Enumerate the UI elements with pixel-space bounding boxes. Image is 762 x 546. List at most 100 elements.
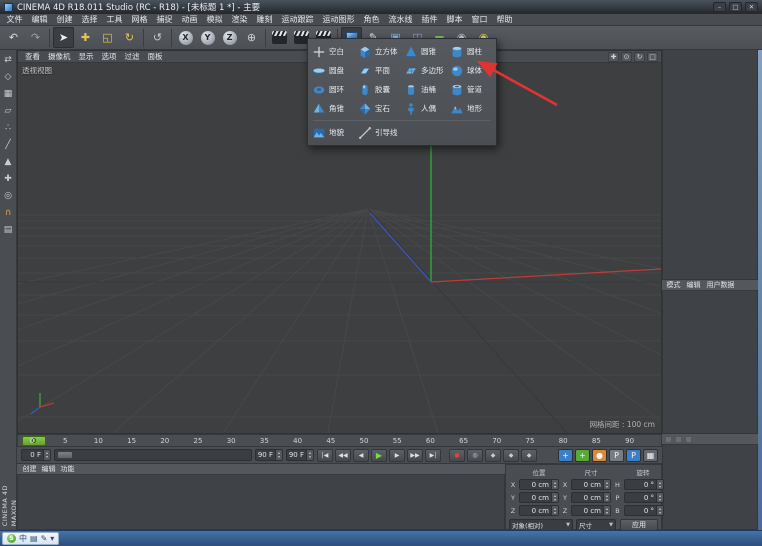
edges-mode-button[interactable]: ╱ bbox=[1, 137, 16, 152]
autokey-button[interactable]: ◎ bbox=[467, 449, 483, 462]
blue-plus-button[interactable]: + bbox=[558, 449, 573, 462]
popup-item-relief[interactable]: 地貌 bbox=[310, 123, 356, 142]
popup-item-pyramid[interactable]: 角锥 bbox=[310, 99, 356, 118]
viewport-menu-item-0[interactable]: 查看 bbox=[21, 51, 44, 62]
menubar-item-17[interactable]: 窗口 bbox=[467, 14, 492, 26]
rotation-key-toggle[interactable]: ◆ bbox=[521, 449, 537, 462]
attribute-manager-body[interactable] bbox=[662, 291, 758, 434]
snap-button[interactable]: ∩ bbox=[1, 205, 16, 220]
menubar-item-1[interactable]: 编辑 bbox=[27, 14, 52, 26]
polygons-mode-button[interactable]: ▲ bbox=[1, 154, 16, 169]
spinner-icon[interactable]: ▴▾ bbox=[275, 450, 282, 460]
position-y-field[interactable]: 0 cm▴▾ bbox=[519, 492, 559, 503]
x-lock-button[interactable]: X bbox=[175, 27, 196, 48]
zoom-view-button[interactable]: ⊙ bbox=[621, 52, 632, 62]
spinner-icon[interactable]: ▴▾ bbox=[551, 506, 558, 515]
slider-handle[interactable] bbox=[57, 451, 73, 459]
redo-button[interactable]: ↷ bbox=[25, 27, 46, 48]
popup-item-sphere[interactable]: 球体 bbox=[448, 61, 494, 80]
viewport-menu-item-2[interactable]: 显示 bbox=[75, 51, 98, 62]
language-indicator[interactable]: 中 bbox=[19, 535, 27, 543]
size-y-field[interactable]: 0 cm▴▾ bbox=[571, 492, 611, 503]
spinner-icon[interactable]: ▴▾ bbox=[603, 480, 610, 489]
maximize-view-button[interactable]: □ bbox=[647, 52, 658, 62]
viewport-menu-item-1[interactable]: 摄像机 bbox=[44, 51, 75, 62]
menubar-item-4[interactable]: 工具 bbox=[102, 14, 127, 26]
grid-option-button[interactable]: ▦ bbox=[643, 449, 658, 462]
previous-frame-button[interactable]: ◀ bbox=[353, 449, 369, 462]
range-end-field[interactable]: 90 F▴▾ bbox=[255, 449, 283, 461]
material-menu-0[interactable]: 创建 bbox=[20, 464, 39, 474]
document-end-field[interactable]: 90 F▴▾ bbox=[286, 449, 314, 461]
live-selection-button[interactable]: ➤ bbox=[53, 27, 74, 48]
popup-item-tube[interactable]: 管道 bbox=[448, 80, 494, 99]
workplane-snap-button[interactable]: ▤ bbox=[1, 222, 16, 237]
position-key-toggle[interactable]: ◆ bbox=[485, 449, 501, 462]
material-menu-2[interactable]: 功能 bbox=[58, 464, 77, 474]
spinner-icon[interactable]: ▴▾ bbox=[551, 480, 558, 489]
z-lock-button[interactable]: Z bbox=[219, 27, 240, 48]
play-button[interactable]: ▶ bbox=[371, 449, 387, 462]
axis-mode-button[interactable]: ✚ bbox=[1, 171, 16, 186]
points-mode-button[interactable]: ∴ bbox=[1, 120, 16, 135]
p-blue-button[interactable]: P bbox=[626, 449, 641, 462]
popup-item-null[interactable]: 空白 bbox=[310, 42, 356, 61]
panel-icon[interactable] bbox=[675, 436, 682, 443]
spinner-icon[interactable]: ▴▾ bbox=[603, 493, 610, 502]
menubar-item-13[interactable]: 角色 bbox=[359, 14, 384, 26]
size-z-field[interactable]: 0 cm▴▾ bbox=[571, 505, 611, 516]
object-manager-list[interactable] bbox=[662, 37, 758, 280]
keyboard-layout-icon[interactable]: ▤ bbox=[30, 535, 38, 543]
popup-item-landscape[interactable]: 地形 bbox=[448, 99, 494, 118]
size-x-field[interactable]: 0 cm▴▾ bbox=[571, 479, 611, 490]
menubar-item-16[interactable]: 脚本 bbox=[442, 14, 467, 26]
green-plus-button[interactable]: + bbox=[575, 449, 590, 462]
popup-item-platonic[interactable]: 宝石 bbox=[356, 99, 402, 118]
rotation-y-field[interactable]: 0 °▴▾ bbox=[624, 492, 664, 503]
handwriting-icon[interactable]: ✎ bbox=[41, 535, 48, 543]
goto-end-button[interactable]: ▶| bbox=[425, 449, 441, 462]
record-keyframe-button[interactable]: ● bbox=[449, 449, 465, 462]
menubar-item-7[interactable]: 动画 bbox=[177, 14, 202, 26]
position-z-field[interactable]: 0 cm▴▾ bbox=[519, 505, 559, 516]
next-frame-button[interactable]: ▶ bbox=[389, 449, 405, 462]
ime-options-icon[interactable]: ▾ bbox=[50, 535, 54, 543]
model-mode-button[interactable]: ◇ bbox=[1, 69, 16, 84]
timeline-slider[interactable] bbox=[54, 449, 252, 461]
goto-start-button[interactable]: |◀ bbox=[317, 449, 333, 462]
input-method-icon[interactable]: S bbox=[7, 534, 16, 543]
attribute-tab-2[interactable]: 用户数据 bbox=[704, 280, 737, 290]
attribute-tab-0[interactable]: 模式 bbox=[664, 280, 683, 290]
menubar-item-0[interactable]: 文件 bbox=[2, 14, 27, 26]
spinner-icon[interactable]: ▴▾ bbox=[43, 450, 50, 460]
menubar-item-12[interactable]: 运动图形 bbox=[318, 14, 359, 26]
orange-dot-button[interactable]: ● bbox=[592, 449, 607, 462]
spinner-icon[interactable]: ▴▾ bbox=[656, 506, 663, 515]
p-white-button[interactable]: P bbox=[609, 449, 624, 462]
spinner-icon[interactable]: ▴▾ bbox=[603, 506, 610, 515]
make-editable-button[interactable]: ⇄ bbox=[1, 52, 16, 67]
undo-button[interactable]: ↶ bbox=[3, 27, 24, 48]
scale-button[interactable]: ◱ bbox=[97, 27, 118, 48]
viewport-menu-item-4[interactable]: 过滤 bbox=[121, 51, 144, 62]
maximize-button[interactable]: □ bbox=[729, 2, 742, 12]
menubar-item-14[interactable]: 流水线 bbox=[384, 14, 417, 26]
popup-item-torus[interactable]: 圆环 bbox=[310, 80, 356, 99]
spinner-icon[interactable]: ▴▾ bbox=[656, 480, 663, 489]
viewport-menu-item-5[interactable]: 面板 bbox=[144, 51, 167, 62]
menubar-item-15[interactable]: 插件 bbox=[417, 14, 442, 26]
menubar-item-10[interactable]: 雕刻 bbox=[252, 14, 277, 26]
material-manager-body[interactable] bbox=[17, 475, 505, 530]
material-menu-1[interactable]: 编辑 bbox=[39, 464, 58, 474]
popup-item-cube[interactable]: 立方体 bbox=[356, 42, 402, 61]
popup-item-figure[interactable]: 人偶 bbox=[402, 99, 448, 118]
popup-item-cylinder[interactable]: 圆柱 bbox=[448, 42, 494, 61]
popup-item-cone[interactable]: 圆锥 bbox=[402, 42, 448, 61]
menubar-item-8[interactable]: 模拟 bbox=[202, 14, 227, 26]
previous-key-button[interactable]: ◀◀ bbox=[335, 449, 351, 462]
menubar-item-5[interactable]: 网格 bbox=[127, 14, 152, 26]
menubar-item-11[interactable]: 运动跟踪 bbox=[277, 14, 318, 26]
workplane-mode-button[interactable]: ▱ bbox=[1, 103, 16, 118]
panel-icon[interactable] bbox=[685, 436, 692, 443]
menubar-item-2[interactable]: 创建 bbox=[52, 14, 77, 26]
